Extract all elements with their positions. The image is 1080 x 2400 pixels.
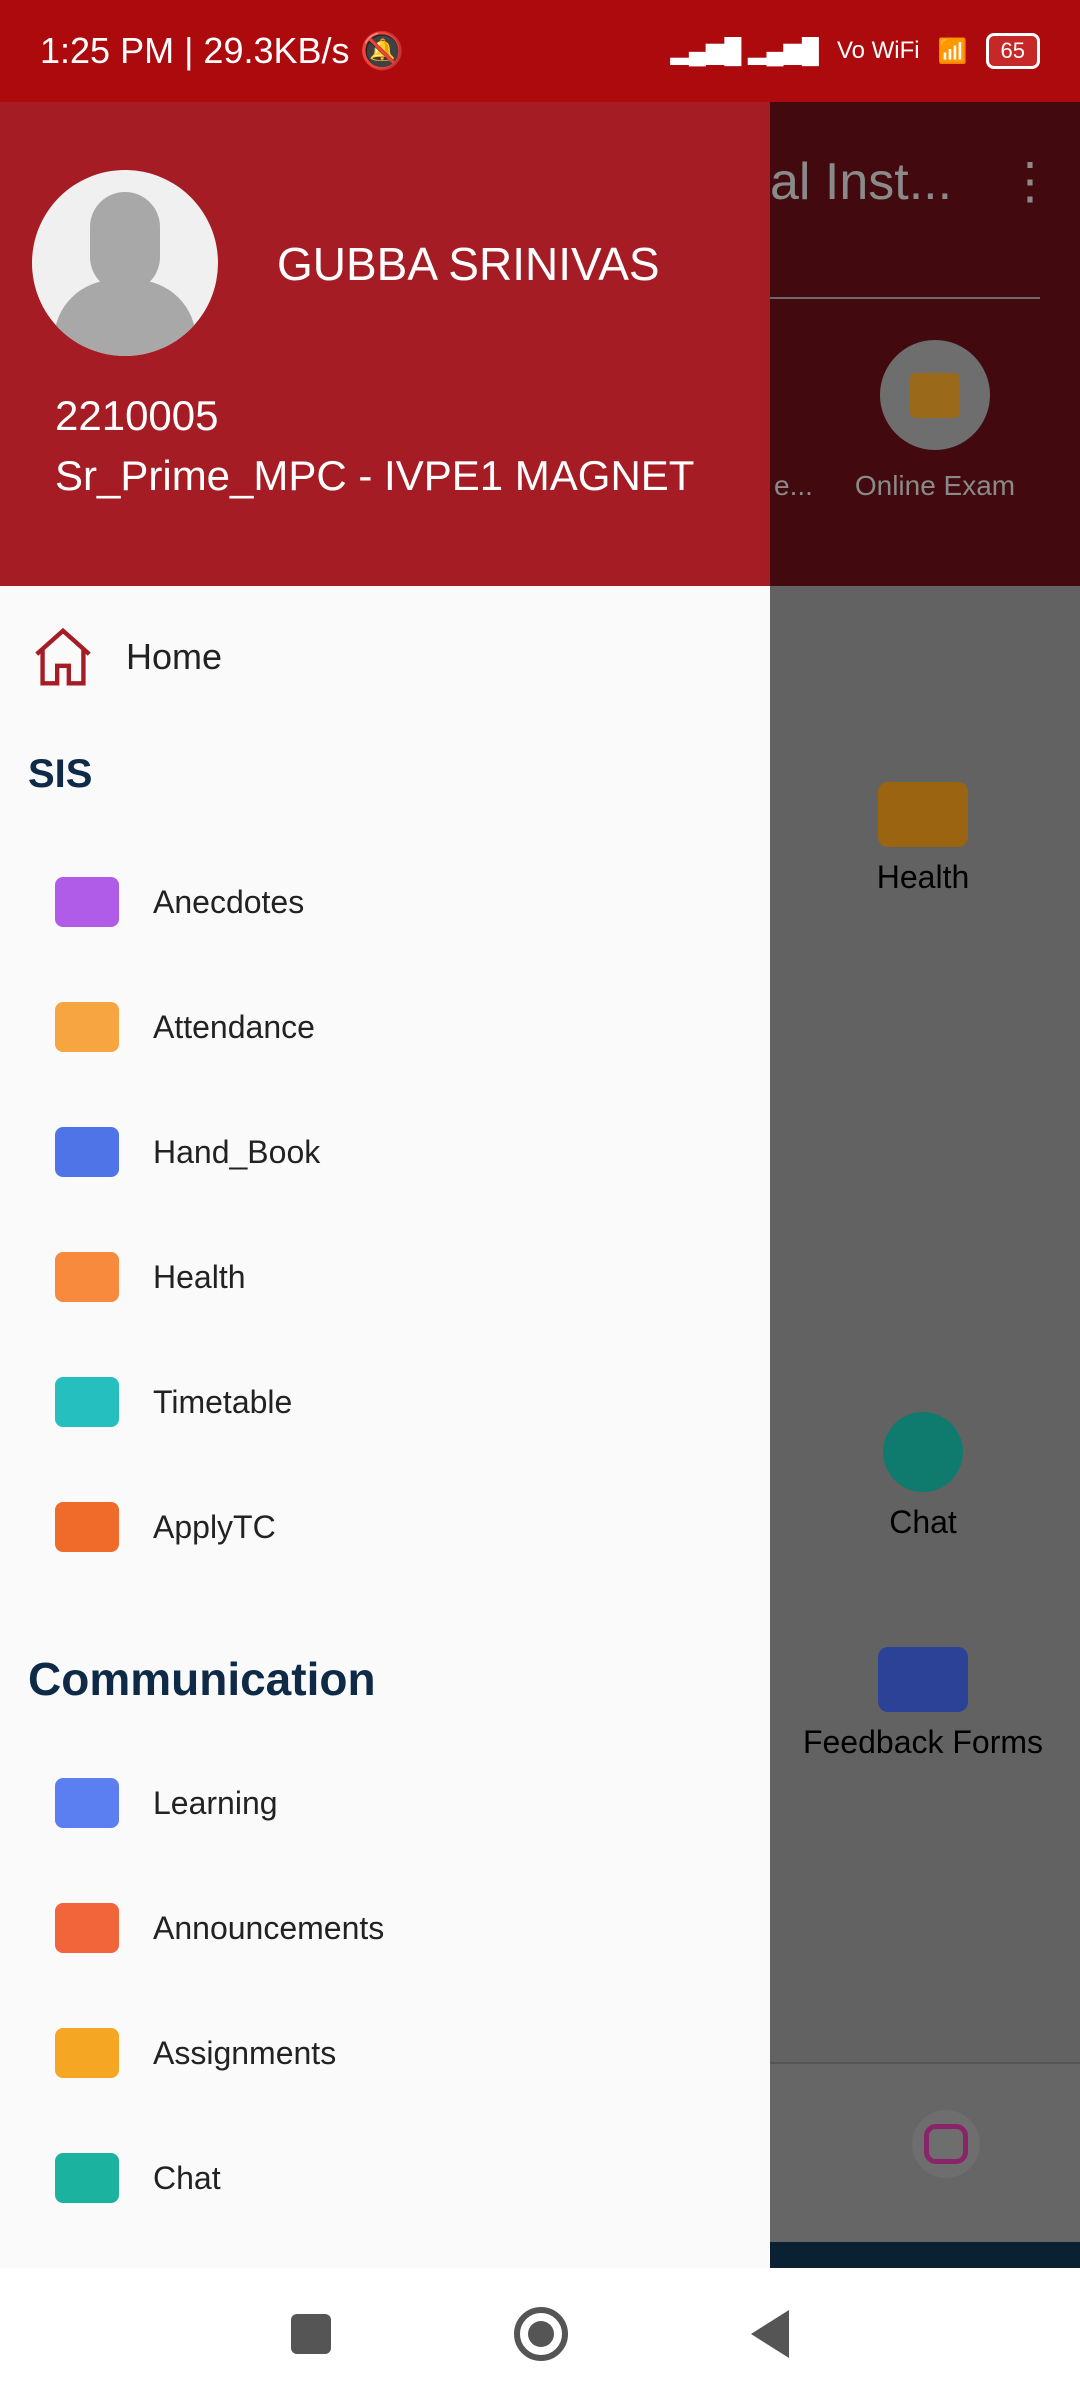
tile-chat[interactable]: Chat: [773, 1412, 1073, 1541]
recents-button[interactable]: [291, 2314, 332, 2354]
drawer-item-label: Anecdotes: [153, 883, 305, 920]
drawer-item-home[interactable]: Home: [0, 612, 770, 702]
mute-icon: 🔕: [359, 30, 405, 71]
online-exam-icon[interactable]: [880, 340, 990, 450]
assignments-icon: [55, 2028, 119, 2078]
health-icon: [878, 782, 968, 847]
home-button[interactable]: [513, 2307, 568, 2361]
tile-label: Health: [876, 859, 970, 895]
health-icon: [55, 1252, 119, 1302]
drawer-item-hand-book[interactable]: Hand_Book: [0, 1102, 770, 1202]
drawer-item-attendance[interactable]: Attendance: [0, 977, 770, 1077]
drawer-item-label: Attendance: [153, 1008, 315, 1045]
drawer-item-timetable[interactable]: Timetable: [0, 1352, 770, 1452]
student-id: 2210005: [55, 392, 219, 439]
drawer-item-label: Health: [153, 1258, 246, 1295]
drawer-item-chat[interactable]: Chat: [0, 2128, 770, 2228]
tile-label: Chat: [889, 1504, 957, 1540]
online-exam-label: Online Exam: [854, 470, 1016, 501]
timetable-icon: [55, 1377, 119, 1427]
status-bar: 1:25 PM | 29.3KB/s 🔕 ▂▄▆█ ▂▄▆█ Vo WiFi 📶…: [0, 0, 1080, 102]
drawer-item-label: ApplyTC: [153, 1508, 276, 1545]
vowifi-label: Vo WiFi: [836, 37, 920, 64]
drawer-item-anecdotes[interactable]: Anecdotes: [0, 852, 770, 952]
tile-health[interactable]: Health: [773, 782, 1073, 896]
learning-icon: [55, 1778, 119, 1828]
home-icon: [35, 627, 91, 686]
chat-icon: [55, 2153, 119, 2203]
instagram-icon[interactable]: [912, 2110, 980, 2178]
announcements-icon: [55, 1903, 119, 1953]
anecdotes-icon: [55, 877, 119, 927]
drawer-item-label: Learning: [153, 1784, 278, 1821]
tile-feedback-forms[interactable]: Feedback Forms: [773, 1647, 1073, 1761]
drawer-item-label: Timetable: [153, 1383, 293, 1420]
applytc-icon: [55, 1502, 119, 1552]
drawer-item-label: Assignments: [153, 2034, 337, 2071]
drawer-item-learning[interactable]: Learning: [0, 1753, 770, 1853]
section-communication: Communication: [28, 1653, 376, 1705]
hand-book-icon: [55, 1127, 119, 1177]
battery-icon: 65: [985, 33, 1040, 69]
drawer-item-label: Announcements: [153, 1909, 385, 1946]
app-title: al Inst...: [770, 153, 953, 211]
drawer-item-announcements[interactable]: Announcements: [0, 1878, 770, 1978]
attendance-icon: [55, 1002, 119, 1052]
student-class: Sr_Prime_MPC - IVPE1 MAGNET: [55, 452, 695, 499]
avatar[interactable]: [32, 170, 218, 356]
tile-label: Feedback Forms: [802, 1724, 1044, 1760]
feedback-icon: [878, 1647, 968, 1712]
chat-icon: [883, 1412, 963, 1492]
drawer-item-health[interactable]: Health: [0, 1227, 770, 1327]
back-button[interactable]: [750, 2310, 789, 2358]
drawer-item-label: Home: [126, 636, 223, 677]
more-icon[interactable]: ⋮: [1005, 152, 1055, 210]
section-sis: SIS: [28, 752, 93, 796]
wifi-icon: 📶: [937, 37, 968, 65]
navigation-drawer: GUBBA SRINIVAS 2210005 Sr_Prime_MPC - IV…: [0, 102, 770, 2268]
drawer-header: GUBBA SRINIVAS 2210005 Sr_Prime_MPC - IV…: [0, 102, 770, 586]
truncated-label: e...: [774, 470, 813, 501]
user-name: GUBBA SRINIVAS: [277, 238, 660, 290]
drawer-item-applytc[interactable]: ApplyTC: [0, 1477, 770, 1577]
system-nav-bar: [0, 2268, 1080, 2400]
drawer-item-label: Chat: [153, 2159, 221, 2196]
drawer-item-label: Hand_Book: [153, 1133, 321, 1170]
signal-icon: ▂▄▆█ ▂▄▆█: [670, 37, 819, 65]
status-time: 1:25 PM | 29.3KB/s: [40, 30, 350, 71]
drawer-item-assignments[interactable]: Assignments: [0, 2003, 770, 2103]
